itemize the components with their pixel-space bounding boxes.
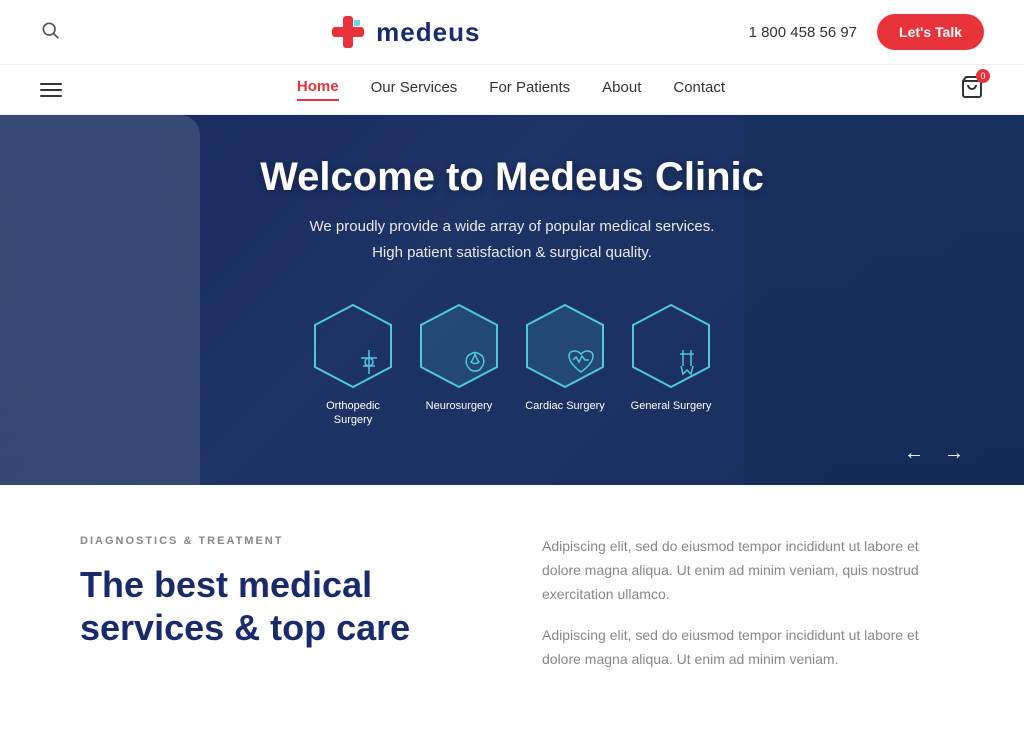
general-label: General Surgery (631, 399, 712, 413)
cart-icon-wrap[interactable]: 0 (960, 75, 984, 104)
nav-contact[interactable]: Contact (673, 79, 725, 100)
top-bar-right: 1 800 458 56 97 Let's Talk (749, 14, 984, 50)
hex-cardiac (521, 301, 609, 391)
cardiac-label: Cardiac Surgery (525, 399, 604, 413)
hero-section: Welcome to Medeus Clinic We proudly prov… (0, 115, 1024, 485)
hero-content: Welcome to Medeus Clinic We proudly prov… (260, 155, 764, 301)
hero-subtitle: We proudly provide a wide array of popul… (260, 214, 764, 265)
logo[interactable]: medeus (328, 12, 480, 52)
hamburger-menu[interactable] (40, 83, 62, 97)
lower-section: DIAGNOSTICS & TREATMENT The best medical… (0, 485, 1024, 740)
top-bar: medeus 1 800 458 56 97 Let's Talk (0, 0, 1024, 65)
cart-badge: 0 (976, 69, 990, 83)
nav-for-patients[interactable]: For Patients (489, 79, 570, 100)
hex-neurosurgery (415, 301, 503, 391)
section-tag: DIAGNOSTICS & TREATMENT (80, 535, 482, 547)
lower-left: DIAGNOSTICS & TREATMENT The best medical… (80, 535, 482, 690)
neurosurgery-label: Neurosurgery (426, 399, 493, 413)
nav-bar: Home Our Services For Patients About Con… (0, 65, 1024, 115)
lets-talk-button[interactable]: Let's Talk (877, 14, 984, 50)
nav-links: Home Our Services For Patients About Con… (297, 78, 725, 101)
phone-number: 1 800 458 56 97 (749, 24, 857, 41)
section-heading: The best medical services & top care (80, 563, 482, 649)
hero-next-arrow[interactable]: → (944, 442, 964, 465)
service-orthopedic[interactable]: OrthopedicSurgery (309, 301, 397, 428)
service-general[interactable]: General Surgery (627, 301, 715, 428)
hero-arrows: ← → (904, 442, 964, 465)
orthopedic-label: OrthopedicSurgery (326, 399, 380, 428)
search-icon[interactable] (40, 20, 60, 45)
nav-about[interactable]: About (602, 79, 641, 100)
hero-prev-arrow[interactable]: ← (904, 442, 924, 465)
logo-text: medeus (376, 17, 480, 48)
lower-right: Adipiscing elit, sed do eiusmod tempor i… (542, 535, 944, 690)
section-para-1: Adipiscing elit, sed do eiusmod tempor i… (542, 535, 944, 606)
services-row: OrthopedicSurgery Neurosurgery (309, 301, 715, 428)
hero-title: Welcome to Medeus Clinic (260, 155, 764, 200)
service-neurosurgery[interactable]: Neurosurgery (415, 301, 503, 428)
section-para-2: Adipiscing elit, sed do eiusmod tempor i… (542, 624, 944, 672)
logo-cross-icon (328, 12, 368, 52)
service-cardiac[interactable]: Cardiac Surgery (521, 301, 609, 428)
nav-home[interactable]: Home (297, 78, 339, 101)
hex-general (627, 301, 715, 391)
nav-our-services[interactable]: Our Services (371, 79, 458, 100)
hex-orthopedic (309, 301, 397, 391)
